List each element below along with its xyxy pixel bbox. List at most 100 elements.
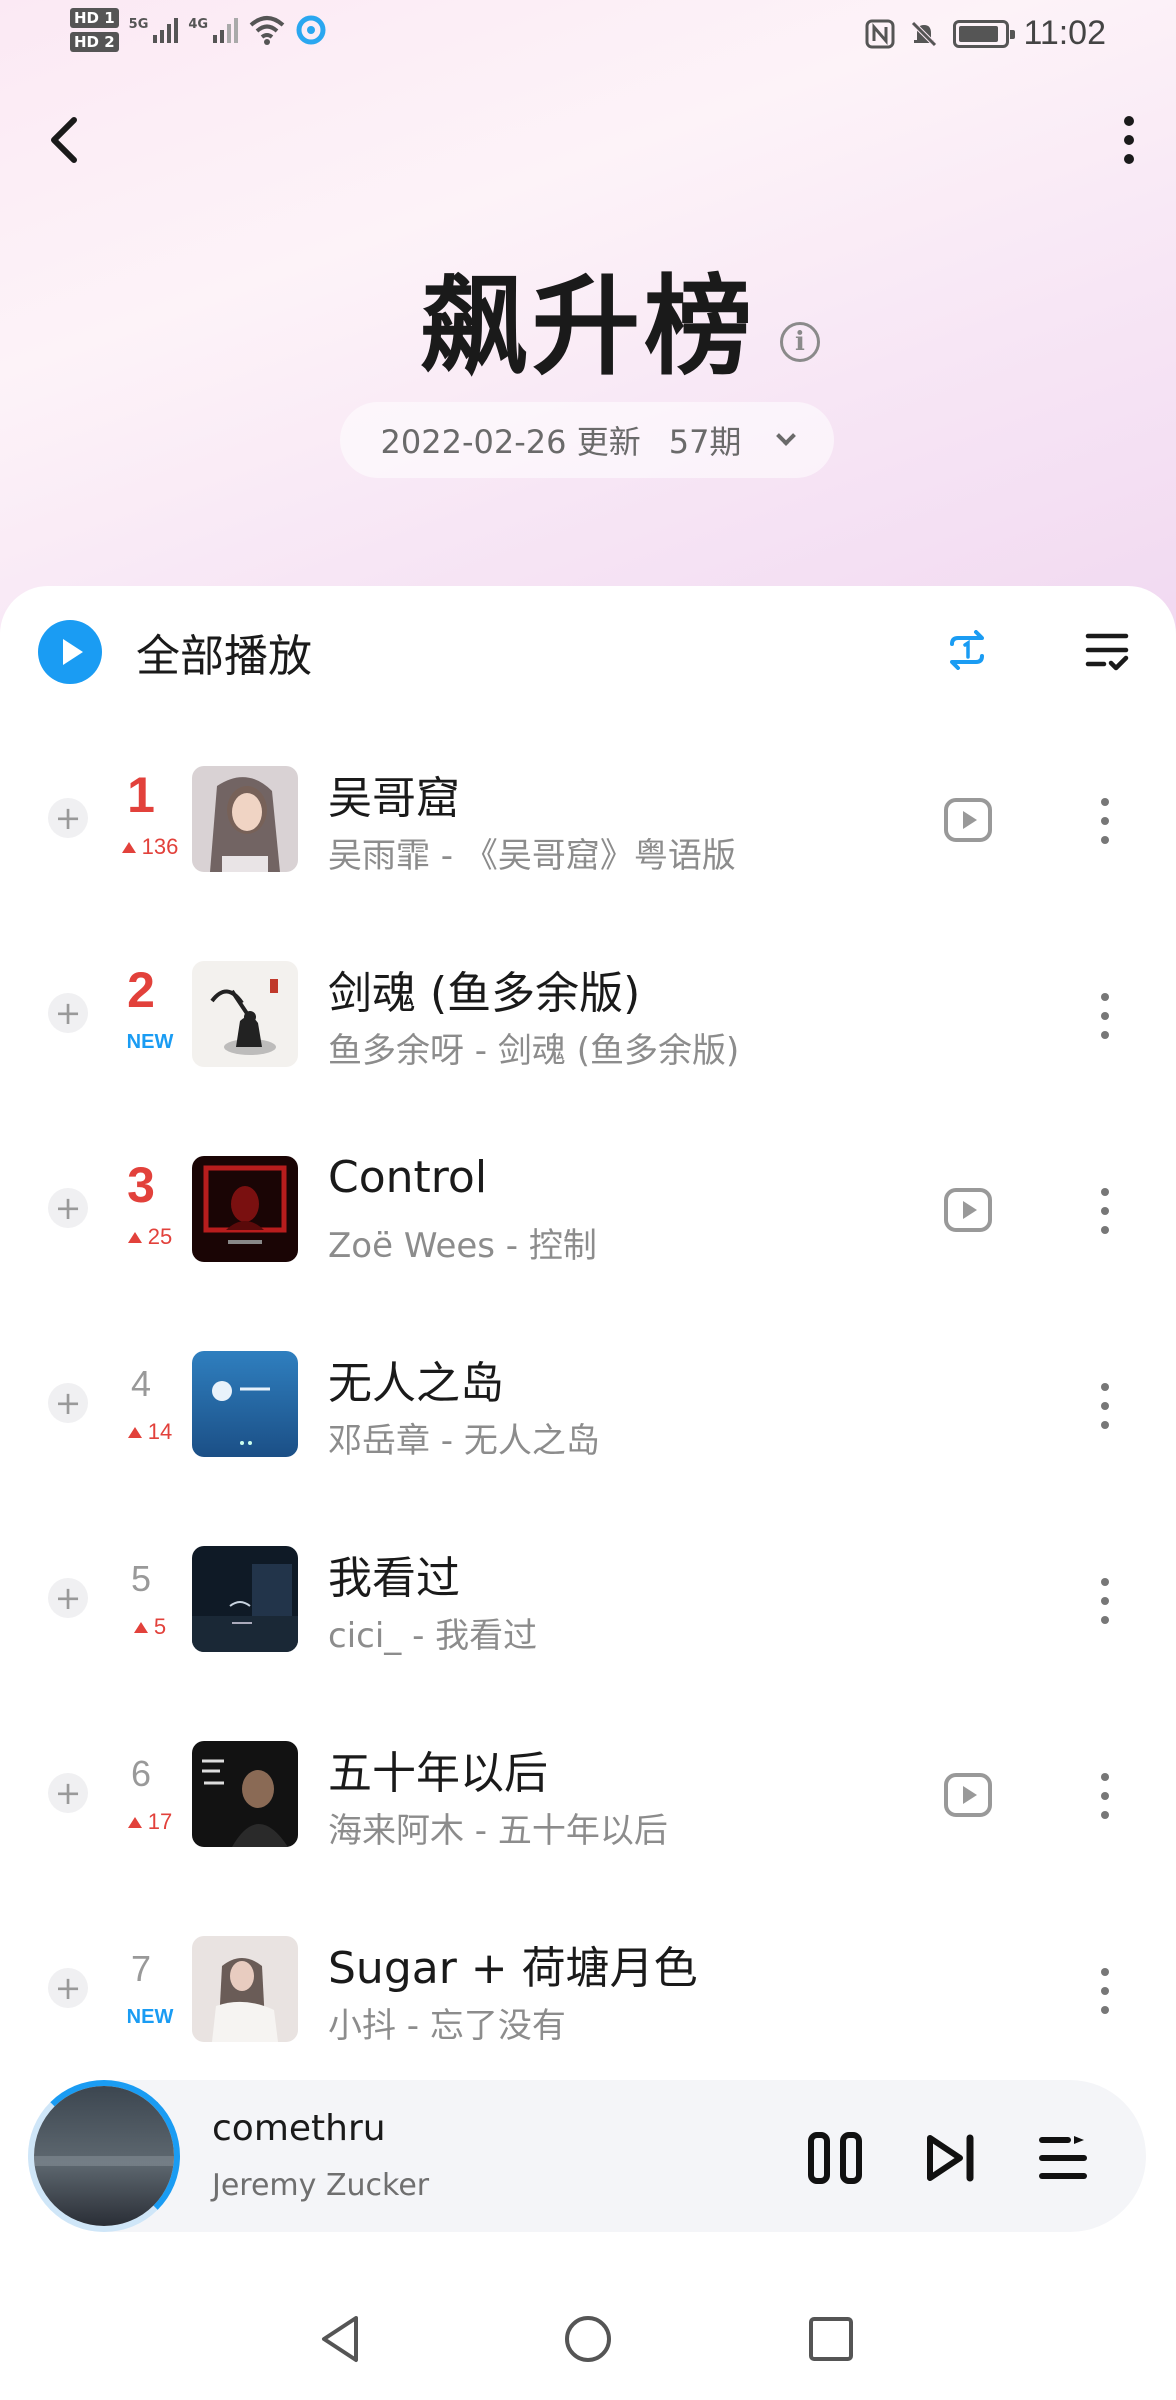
- song-title: 剑魂 (鱼多余版): [328, 968, 641, 1019]
- play-video-icon[interactable]: [944, 1773, 992, 1817]
- song-title: Control: [328, 1152, 488, 1203]
- song-row[interactable]: + 5 5 我看过 cici_ - 我看过: [0, 1502, 1176, 1697]
- single-loop-icon[interactable]: [944, 630, 990, 670]
- network2-label: 4G: [188, 17, 209, 32]
- album-cover: [192, 1156, 298, 1262]
- update-date: 2022-02-26 更新: [380, 423, 641, 461]
- song-row[interactable]: + 4 14 无人之岛 邓岳章 - 无人之岛: [0, 1307, 1176, 1502]
- add-to-playlist-button[interactable]: +: [48, 1773, 88, 1813]
- now-playing-artist: Jeremy Zucker: [212, 2168, 430, 2203]
- status-right: 11:02: [865, 14, 1106, 53]
- trend-value: 136: [141, 834, 179, 859]
- trend-value: 14: [147, 1419, 173, 1444]
- issue-selector[interactable]: 2022-02-26 更新 57期: [340, 402, 834, 478]
- nav-home-icon[interactable]: [563, 2314, 613, 2364]
- song-title: 吴哥窟: [328, 773, 460, 824]
- song-row[interactable]: + 7 NEW Sugar + 荷塘月色 小抖 - 忘了没有: [0, 1892, 1176, 2087]
- album-cover: [192, 1546, 298, 1652]
- batch-manage-icon[interactable]: [1084, 630, 1130, 674]
- rank-trend: 25: [110, 1224, 190, 1250]
- status-bar: HD 1 HD 2 5G 4G 11:02: [0, 0, 1176, 70]
- sim1-badge: HD 1: [70, 8, 119, 28]
- back-button[interactable]: [38, 110, 88, 170]
- song-artist-album: 鱼多余呀 - 剑魂 (鱼多余版): [328, 1031, 740, 1071]
- playlist-queue-icon[interactable]: [1038, 2132, 1088, 2184]
- mini-player[interactable]: comethru Jeremy Zucker: [28, 2080, 1146, 2232]
- row-more-button[interactable]: [1098, 798, 1112, 844]
- play-all-label: 全部播放: [136, 631, 312, 682]
- album-cover: [192, 766, 298, 872]
- add-to-playlist-button[interactable]: +: [48, 1968, 88, 2008]
- next-track-icon[interactable]: [924, 2132, 978, 2184]
- pause-button[interactable]: [808, 2132, 862, 2184]
- rank-trend-new: NEW: [126, 2006, 174, 2028]
- row-more-button[interactable]: [1098, 1968, 1112, 2014]
- album-cover: [192, 1936, 298, 2042]
- add-to-playlist-button[interactable]: +: [48, 993, 88, 1033]
- song-artist-album: 吴雨霏 - 《吴哥窟》粤语版: [328, 836, 736, 876]
- row-more-button[interactable]: [1098, 993, 1112, 1039]
- song-artist-album: 邓岳章 - 无人之岛: [328, 1421, 600, 1461]
- dot-icon: [1124, 154, 1134, 164]
- pause-bar-icon: [808, 2132, 830, 2184]
- song-artist-album: Zoë Wees - 控制: [328, 1226, 597, 1266]
- add-to-playlist-button[interactable]: +: [48, 1578, 88, 1618]
- clock: 11:02: [1023, 14, 1106, 52]
- now-playing-title: comethru: [212, 2108, 386, 2149]
- trend-value: 5: [153, 1614, 167, 1639]
- network1-label: 5G: [128, 17, 149, 32]
- nav-back-icon[interactable]: [318, 2314, 362, 2364]
- add-to-playlist-button[interactable]: +: [48, 1188, 88, 1228]
- rank-trend: 136: [110, 834, 190, 860]
- rank-number: 1: [127, 767, 155, 823]
- row-more-button[interactable]: [1098, 1383, 1112, 1429]
- add-to-playlist-button[interactable]: +: [48, 798, 88, 838]
- sim-indicators: HD 1 HD 2: [70, 8, 119, 52]
- play-circle-icon: [38, 620, 102, 684]
- bell-muted-icon: [911, 20, 938, 47]
- now-playing-cover[interactable]: [28, 2080, 180, 2232]
- song-title: 我看过: [328, 1553, 460, 1604]
- song-title: 无人之岛: [328, 1358, 504, 1409]
- info-icon[interactable]: i: [780, 322, 820, 362]
- rank-trend: 14: [110, 1419, 190, 1445]
- song-artist-album: 海来阿木 - 五十年以后: [328, 1811, 668, 1851]
- play-video-icon[interactable]: [944, 798, 992, 842]
- trend-value: 17: [147, 1809, 173, 1834]
- row-more-button[interactable]: [1098, 1773, 1112, 1819]
- song-row[interactable]: + 1 136 吴哥窟 吴雨霏 - 《吴哥窟》粤语版: [0, 722, 1176, 917]
- song-row[interactable]: + 3 25 Control Zoë Wees - 控制: [0, 1112, 1176, 1307]
- row-more-button[interactable]: [1098, 1188, 1112, 1234]
- song-artist-album: 小抖 - 忘了没有: [328, 2006, 566, 2046]
- sim2-badge: HD 2: [70, 32, 119, 52]
- wifi-icon: [249, 16, 285, 45]
- rank-number: 4: [130, 1363, 152, 1404]
- play-all-button[interactable]: 全部播放: [38, 620, 312, 684]
- rank-number: 2: [127, 962, 155, 1018]
- signal-5g-icon: 5G: [129, 17, 179, 43]
- pause-bar-icon: [840, 2132, 862, 2184]
- album-cover: [192, 1741, 298, 1847]
- song-row[interactable]: + 2 NEW 剑魂 (鱼多余版) 鱼多余呀 - 剑魂 (鱼多余版): [0, 917, 1176, 1112]
- add-to-playlist-button[interactable]: +: [48, 1383, 88, 1423]
- rank-number: 7: [130, 1948, 152, 1989]
- more-options-button[interactable]: [1104, 110, 1154, 170]
- chevron-down-icon: [776, 426, 797, 446]
- dot-icon: [1124, 116, 1134, 126]
- rank-trend-new: NEW: [126, 1031, 174, 1053]
- album-cover: [192, 961, 298, 1067]
- battery-icon: [953, 19, 1016, 48]
- trend-value: 25: [147, 1224, 173, 1249]
- song-row[interactable]: + 6 17 五十年以后 海来阿木 - 五十年以后: [0, 1697, 1176, 1892]
- song-title: Sugar + 荷塘月色: [328, 1943, 698, 1994]
- rank-trend: 17: [110, 1809, 190, 1835]
- song-artist-album: cici_ - 我看过: [328, 1616, 538, 1656]
- status-left: HD 1 HD 2 5G 4G: [70, 8, 326, 52]
- arrow-up-icon: [127, 1817, 142, 1828]
- nav-recents-icon[interactable]: [808, 2316, 854, 2362]
- dot-icon: [1124, 135, 1134, 145]
- rank-number: 3: [127, 1157, 155, 1213]
- row-more-button[interactable]: [1098, 1578, 1112, 1624]
- play-video-icon[interactable]: [944, 1188, 992, 1232]
- album-cover: [192, 1351, 298, 1457]
